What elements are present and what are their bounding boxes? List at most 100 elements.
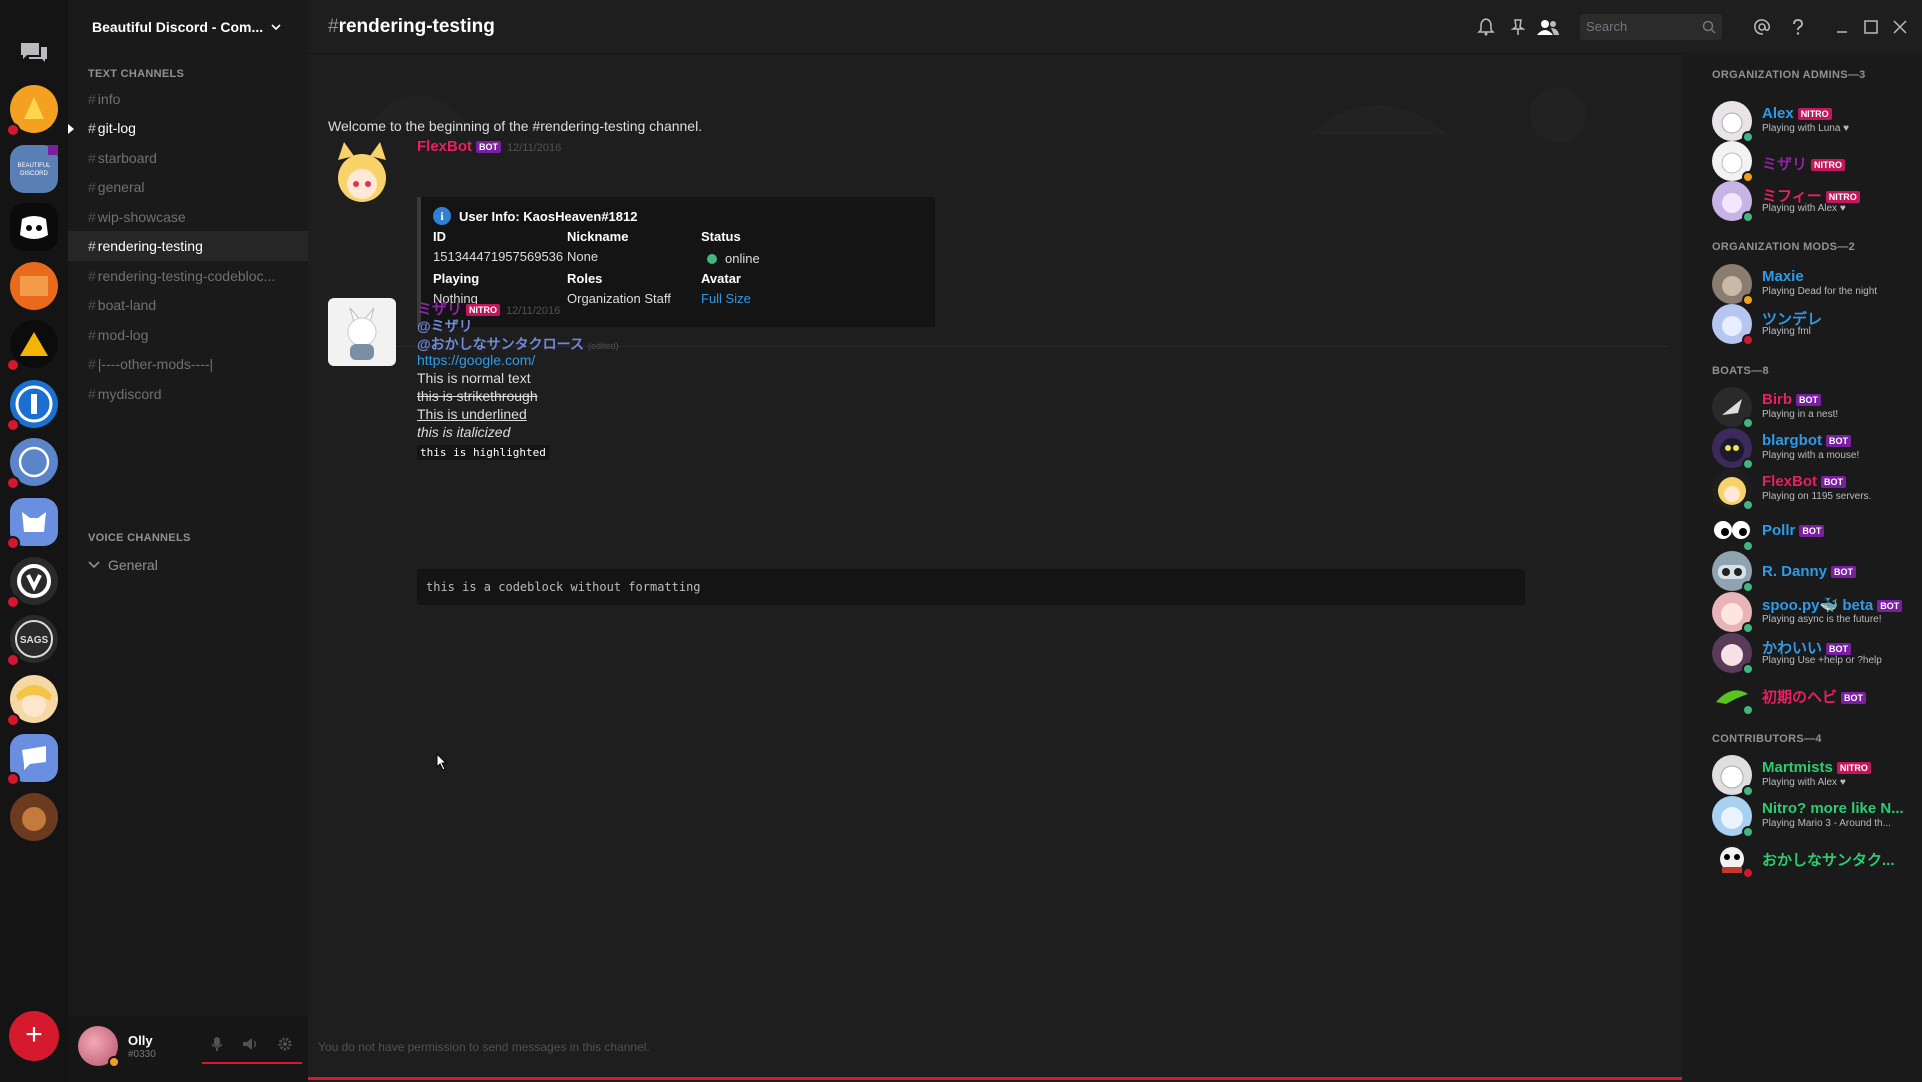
embed-field-value: 151344471957569536 bbox=[433, 249, 564, 264]
server-icon-discord[interactable] bbox=[10, 203, 58, 251]
channel-rendering-testing-codeblocks[interactable]: # rendering-testing-codebloc... bbox=[68, 261, 308, 291]
notification-dot bbox=[6, 418, 20, 432]
avatar-full-size-link[interactable]: Full Size bbox=[701, 291, 751, 306]
member-item-shoki-no-hebi[interactable]: 初期のヘビ BOT bbox=[1712, 672, 1917, 716]
online-status-dot bbox=[707, 254, 717, 264]
member-name: R. Danny BOT bbox=[1762, 563, 1857, 580]
member-name: ミザリ NITRO bbox=[1762, 153, 1846, 174]
message-line: @おかしなサンタクロース (edited) bbox=[417, 334, 618, 354]
guild-header[interactable]: Beautiful Discord - Com... bbox=[68, 0, 308, 54]
member-item-alex[interactable]: Alex NITRO Playing with Luna ♥ bbox=[1712, 99, 1917, 143]
member-name: Nitro? more like N... bbox=[1762, 800, 1904, 817]
server-icon[interactable] bbox=[6, 734, 58, 786]
server-icon[interactable] bbox=[10, 262, 58, 310]
user-mention[interactable]: @おかしなサンタクロース bbox=[417, 336, 584, 352]
pin-icon[interactable] bbox=[1508, 17, 1528, 37]
member-activity: Playing with Alex ♥ bbox=[1762, 203, 1846, 214]
minimize-icon[interactable] bbox=[1832, 17, 1852, 37]
bell-icon[interactable] bbox=[1476, 17, 1496, 37]
server-icon[interactable] bbox=[10, 793, 58, 841]
avatar-mizari[interactable] bbox=[328, 298, 396, 366]
server-icon[interactable] bbox=[6, 320, 58, 372]
server-icon-beautiful-discord[interactable]: BEAUTIFUL DISCORD bbox=[10, 145, 58, 193]
member-item-mizari[interactable]: ミザリ NITRO bbox=[1712, 139, 1917, 183]
status-dnd-dot bbox=[1742, 334, 1754, 346]
member-activity: Playing with Alex ♥ bbox=[1762, 777, 1846, 788]
search-icon bbox=[1702, 20, 1716, 34]
member-item-nitro-more-like[interactable]: Nitro? more like N... Playing Mario 3 - … bbox=[1712, 794, 1917, 838]
mention-icon[interactable] bbox=[1752, 17, 1772, 37]
maximize-icon[interactable] bbox=[1861, 17, 1881, 37]
bot-badge: BOT bbox=[1821, 476, 1847, 489]
member-name: Alex NITRO bbox=[1762, 105, 1832, 122]
notification-dot bbox=[6, 476, 20, 490]
member-name: 初期のヘビ BOT bbox=[1762, 686, 1867, 707]
svg-text:SAGS: SAGS bbox=[20, 635, 49, 646]
channel-wip-showcase[interactable]: # wip-showcase bbox=[68, 202, 308, 232]
server-icon[interactable] bbox=[6, 498, 58, 550]
microphone-icon[interactable] bbox=[211, 1036, 223, 1052]
avatar-flexbot[interactable] bbox=[328, 140, 396, 208]
nitro-badge: NITRO bbox=[1836, 762, 1871, 775]
member-name: FlexBot BOT bbox=[1762, 473, 1847, 490]
channel-mod-log[interactable]: # mod-log bbox=[68, 320, 308, 350]
channel-starboard[interactable]: # starboard bbox=[68, 143, 308, 173]
text-channels-header[interactable]: TEXT CHANNELS bbox=[88, 68, 184, 80]
member-item-blargbot[interactable]: blargbot BOT Playing with a mouse! bbox=[1712, 426, 1917, 470]
server-icon-sags[interactable]: SAGS bbox=[6, 615, 58, 667]
embed-field-name: Nickname bbox=[567, 229, 629, 244]
member-name: おかしなサンタク... bbox=[1762, 852, 1895, 869]
member-item-martmists[interactable]: Martmists NITRO Playing with Alex ♥ bbox=[1712, 753, 1917, 797]
server-icon[interactable] bbox=[6, 438, 58, 490]
member-name: Pollr BOT bbox=[1762, 522, 1825, 539]
member-item-maxie[interactable]: Maxie Playing Dead for the night bbox=[1712, 262, 1917, 306]
status-dnd-dot bbox=[1742, 867, 1754, 879]
member-item-birb[interactable]: Birb BOT Playing in a nest! bbox=[1712, 385, 1917, 429]
members-icon[interactable] bbox=[1536, 17, 1560, 37]
status-idle-dot bbox=[108, 1056, 120, 1068]
member-item-flexbot[interactable]: FlexBot BOT Playing on 1195 servers. bbox=[1712, 467, 1917, 511]
member-item-okashina-santa[interactable]: おかしなサンタク... bbox=[1712, 835, 1917, 879]
member-activity: Playing with Luna ♥ bbox=[1762, 123, 1850, 134]
member-name: Birb BOT bbox=[1762, 391, 1821, 408]
member-item-tsundere[interactable]: ツンデレ Playing fml bbox=[1712, 302, 1917, 346]
server-icon[interactable] bbox=[6, 85, 58, 137]
notification-dot bbox=[6, 536, 20, 550]
message-text: This is normal text bbox=[417, 370, 531, 386]
server-icon[interactable] bbox=[6, 380, 58, 432]
embed-field-name: ID bbox=[433, 229, 446, 244]
channel-title: #rendering-testing bbox=[328, 16, 495, 37]
channel-boat-land[interactable]: # boat-land bbox=[68, 290, 308, 320]
message-author[interactable]: FlexBot BOT 12/11/2016 bbox=[417, 138, 561, 155]
voice-channels-header[interactable]: VOICE CHANNELS bbox=[88, 532, 191, 544]
channel-git-log[interactable]: # git-log bbox=[68, 113, 308, 143]
member-item-spoo-py[interactable]: spoo.py🐳 beta BOT Playing async is the fu… bbox=[1712, 590, 1917, 634]
bot-badge: BOT bbox=[1831, 566, 1857, 579]
direct-messages-icon[interactable] bbox=[19, 40, 49, 64]
headphones-icon[interactable] bbox=[242, 1037, 258, 1051]
message-link[interactable]: https://google.com/ bbox=[417, 352, 535, 368]
server-icon[interactable] bbox=[6, 675, 58, 727]
member-item-pollr[interactable]: Pollr BOT bbox=[1712, 508, 1917, 552]
member-item-kawaii[interactable]: かわいい BOT Playing Use +help or ?help bbox=[1712, 631, 1917, 675]
close-icon[interactable] bbox=[1890, 17, 1910, 37]
settings-gear-icon[interactable] bbox=[277, 1036, 293, 1052]
avatar[interactable] bbox=[78, 1026, 120, 1068]
channel-rendering-testing[interactable]: # rendering-testing bbox=[68, 231, 308, 261]
search-input[interactable]: Search bbox=[1580, 14, 1722, 40]
member-item-mifi[interactable]: ミフィー NITRO Playing with Alex ♥ bbox=[1712, 179, 1917, 223]
help-icon[interactable] bbox=[1788, 17, 1808, 37]
channel-info[interactable]: # info bbox=[68, 84, 308, 114]
voice-channel-general[interactable]: General bbox=[88, 557, 158, 573]
nitro-badge: NITRO bbox=[1811, 159, 1846, 172]
server-icon-overwatch[interactable] bbox=[6, 557, 58, 609]
channel-other-mods[interactable]: # |----other-mods----| bbox=[68, 349, 308, 379]
notification-dot bbox=[6, 772, 20, 786]
member-item-r-danny[interactable]: R. Danny BOT bbox=[1712, 549, 1917, 593]
user-mention[interactable]: @ミザリ bbox=[417, 316, 473, 336]
bot-badge: BOT bbox=[476, 141, 502, 154]
member-activity: Playing async is the future! bbox=[1762, 614, 1882, 625]
channel-general[interactable]: # general bbox=[68, 172, 308, 202]
add-server-button[interactable]: + bbox=[9, 1011, 59, 1061]
channel-mydiscord[interactable]: # mydiscord bbox=[68, 379, 308, 409]
